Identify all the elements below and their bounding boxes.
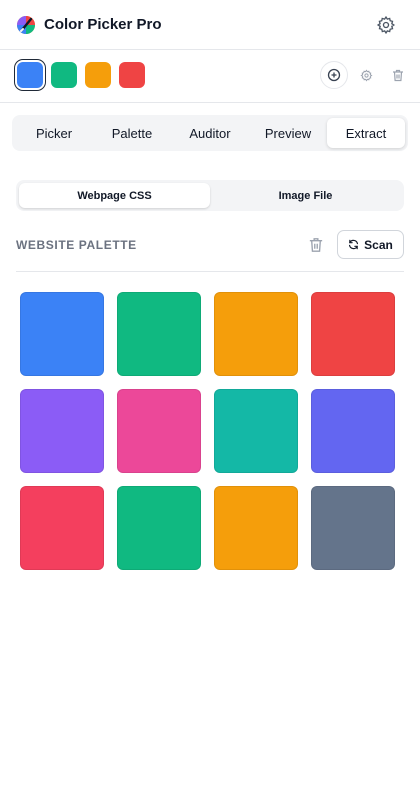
gear-icon (359, 68, 372, 82)
recent-swatch-bar (0, 50, 420, 103)
app-header: Color Picker Pro (0, 0, 420, 50)
website-palette-header: WEBSITE PALETTE Scan (16, 230, 404, 260)
image-file-option[interactable]: Image File (210, 183, 401, 208)
color-wheel-logo-icon (17, 15, 35, 34)
tab-palette[interactable]: Palette (93, 118, 171, 148)
scan-button[interactable]: Scan (337, 230, 404, 259)
palette-color-swatch[interactable] (214, 389, 298, 473)
tab-preview[interactable]: Preview (249, 118, 327, 148)
tab-auditor[interactable]: Auditor (171, 118, 249, 148)
palette-color-swatch[interactable] (117, 389, 201, 473)
palette-color-swatch[interactable] (20, 389, 104, 473)
section-divider (16, 271, 404, 272)
recent-swatch[interactable] (51, 62, 77, 88)
palette-color-swatch[interactable] (311, 292, 395, 376)
recent-swatch[interactable] (17, 62, 43, 88)
add-color-button[interactable] (320, 61, 348, 89)
app-title: Color Picker Pro (44, 16, 162, 33)
webpage-css-option[interactable]: Webpage CSS (19, 183, 210, 208)
palette-color-swatch[interactable] (20, 292, 104, 376)
refresh-icon (349, 239, 359, 250)
palette-color-swatch[interactable] (20, 486, 104, 570)
source-toggle: Webpage CSS Image File (16, 180, 404, 211)
palette-color-swatch[interactable] (214, 486, 298, 570)
add-circle-icon (327, 68, 341, 82)
section-title: WEBSITE PALETTE (16, 238, 137, 252)
gear-icon[interactable] (376, 15, 396, 35)
scan-label: Scan (364, 237, 393, 252)
tab-picker[interactable]: Picker (15, 118, 93, 148)
trash-icon (393, 69, 403, 81)
trash-icon[interactable] (308, 237, 324, 253)
swatch-settings-button[interactable] (352, 61, 380, 89)
palette-color-swatch[interactable] (117, 292, 201, 376)
main-tabs: Picker Palette Auditor Preview Extract (12, 115, 408, 151)
palette-color-swatch[interactable] (311, 486, 395, 570)
tab-extract[interactable]: Extract (327, 118, 405, 148)
palette-color-swatch[interactable] (117, 486, 201, 570)
palette-color-swatch[interactable] (311, 389, 395, 473)
palette-color-swatch[interactable] (214, 292, 298, 376)
recent-swatch[interactable] (119, 62, 145, 88)
recent-swatch[interactable] (85, 62, 111, 88)
clear-swatches-button[interactable] (384, 61, 412, 89)
